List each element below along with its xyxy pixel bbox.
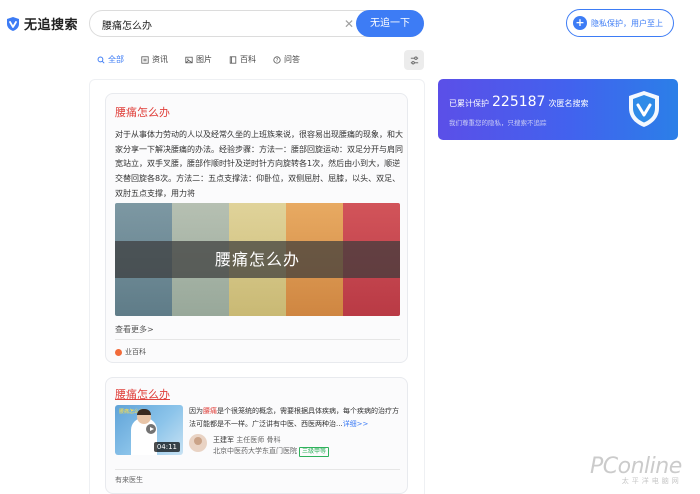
doctor-avatar[interactable]: [189, 434, 207, 452]
filter-button[interactable]: [404, 50, 424, 70]
search-tabs: 全部 资讯 图片 百科 ? 问答: [97, 54, 300, 65]
video-result-card: 腰痛怎么办 腰痛怎么办 04:11 因为腰痛是个很笼统的概念，需要根据具体疾病，…: [105, 377, 408, 494]
tab-label: 问答: [284, 55, 300, 64]
tab-label: 全部: [108, 55, 124, 64]
close-icon[interactable]: ✕: [342, 16, 356, 32]
tab-news[interactable]: 资讯: [141, 54, 168, 65]
snippet-prefix: 因为: [189, 407, 203, 415]
tab-label: 资讯: [152, 55, 168, 64]
stats-prefix: 已累计保护: [449, 99, 489, 108]
baike-result-card: 腰痛怎么办 对于从事体力劳动的人以及经常久坐的上班族来说，很容易出现腰痛的现象，…: [105, 93, 408, 363]
doctor-info: 王建军 主任医师 骨科 北京中医药大学东直门医院 三级甲等: [213, 435, 330, 457]
search-icon: [97, 56, 105, 64]
logo-text: 无追搜索: [24, 18, 79, 33]
stats-subtitle: 我们尊重您的隐私，只搜索不追踪: [449, 119, 547, 127]
hospital-grade-badge: 三级甲等: [299, 447, 330, 457]
video-thumbnail[interactable]: 腰痛怎么办 04:11: [115, 405, 183, 455]
doctor-title: 主任医师: [236, 436, 265, 444]
privacy-button[interactable]: + 隐私保护，用户至上: [566, 9, 674, 37]
tab-images[interactable]: 图片: [185, 54, 212, 65]
doctor-name[interactable]: 王建军: [213, 436, 234, 444]
result-title[interactable]: 腰痛怎么办: [115, 386, 170, 402]
see-more-link[interactable]: 查看更多>: [115, 324, 154, 335]
divider: [115, 339, 400, 340]
result-snippet: 因为腰痛是个很笼统的概念，需要根据具体疾病，每个疾病的治疗方法可能都是不一样。广…: [189, 405, 403, 430]
divider: [115, 469, 400, 470]
search-button[interactable]: 无追一下: [356, 10, 424, 37]
tab-baike[interactable]: 百科: [229, 54, 256, 65]
tab-all[interactable]: 全部: [97, 54, 124, 65]
stats-suffix: 次匿名搜索: [548, 99, 589, 108]
source-label[interactable]: 有来医生: [115, 475, 143, 485]
shield-v-logo-icon: [7, 16, 19, 31]
question-icon: ?: [273, 55, 281, 63]
privacy-button-label: 隐私保护，用户至上: [591, 18, 663, 28]
doctor-dept: 骨科: [266, 436, 281, 444]
privacy-stats-banner: 已累计保护 225187 次匿名搜索 我们尊重您的隐私，只搜索不追踪: [438, 79, 678, 140]
source-label: 业百科: [125, 348, 146, 356]
result-summary: 对于从事体力劳动的人以及经常久坐的上班族来说，很容易出现腰痛的现象，和大家分享一…: [115, 130, 403, 198]
result-title[interactable]: 腰痛怎么办: [115, 104, 170, 120]
watermark: PConline 太平洋电脑网: [590, 454, 682, 486]
result-source[interactable]: 业百科: [115, 347, 146, 357]
news-icon: [141, 55, 149, 64]
stats-count: 225187: [492, 94, 546, 110]
detail-link[interactable]: 详细>>: [343, 420, 369, 428]
result-banner-image[interactable]: 腰痛怎么办: [115, 203, 400, 316]
video-duration: 04:11: [153, 442, 180, 452]
banner-text: 腰痛怎么办: [214, 250, 300, 269]
tab-label: 图片: [196, 55, 212, 64]
privacy-stats-line: 已累计保护 225187 次匿名搜索: [449, 94, 588, 110]
plus-circle-icon: +: [573, 16, 587, 30]
shield-icon: [629, 91, 659, 127]
book-icon: [229, 55, 237, 64]
tab-label: 百科: [240, 55, 256, 64]
search-input[interactable]: [102, 17, 332, 32]
hospital-name: 北京中医药大学东直门医院: [213, 447, 297, 455]
image-icon: [185, 56, 193, 63]
sliders-icon: [410, 56, 418, 64]
doctor-hair: [137, 409, 151, 415]
tab-qa[interactable]: ? 问答: [273, 54, 300, 65]
play-icon[interactable]: [146, 424, 156, 434]
source-logo-icon: [115, 348, 122, 356]
logo[interactable]: 无追搜索: [5, 14, 78, 33]
snippet-highlight: 腰痛: [203, 407, 217, 415]
